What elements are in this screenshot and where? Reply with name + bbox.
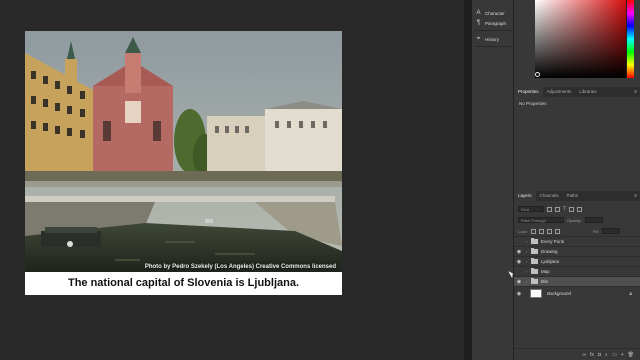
- folder-icon: [531, 268, 538, 274]
- blend-mode-select[interactable]: Pass Through: [518, 217, 564, 223]
- paragraph-panel-button[interactable]: ¶ Paragraph: [475, 17, 513, 29]
- layer-row-map[interactable]: › Map: [514, 266, 640, 276]
- visibility-eye-icon[interactable]: ◉: [514, 279, 524, 285]
- fill-label: Fill:: [592, 228, 599, 234]
- new-group-icon[interactable]: ▭: [612, 352, 617, 358]
- properties-tabs: Properties Adjustments Libraries ≡: [514, 87, 640, 97]
- canvas-area[interactable]: Photo by Pedro Szekely (Los Angeles) Cre…: [0, 0, 464, 360]
- layer-name: Ljubljana: [541, 259, 560, 264]
- pixel-filter-icon[interactable]: [547, 206, 552, 212]
- tab-channels[interactable]: Channels: [536, 191, 563, 201]
- caption-text[interactable]: The national capital of Slovenia is Ljub…: [25, 272, 342, 295]
- visibility-eye-icon[interactable]: ◉: [514, 259, 524, 265]
- document-canvas[interactable]: Photo by Pedro Szekely (Los Angeles) Cre…: [25, 31, 342, 295]
- expand-arrow-icon[interactable]: ›: [524, 259, 529, 264]
- fill-field[interactable]: [601, 228, 620, 234]
- properties-body: No Properties: [514, 97, 640, 187]
- color-field[interactable]: [535, 0, 632, 78]
- lock-row: Lock: Fill:: [518, 227, 620, 235]
- paragraph-label: Paragraph: [485, 20, 507, 26]
- smart-object-filter-icon[interactable]: [577, 206, 583, 212]
- folder-icon: [531, 238, 538, 244]
- history-panel-button[interactable]: ⌖ History: [475, 33, 513, 45]
- layer-row-drawing[interactable]: ◉ › Drawing: [514, 246, 640, 256]
- panel-divider[interactable]: [464, 0, 472, 360]
- layers-tabs: Layers Channels Paths ≡: [514, 191, 640, 201]
- color-picker-cursor[interactable]: [535, 72, 540, 77]
- folder-icon: [531, 278, 538, 284]
- visibility-eye-icon[interactable]: ◉: [514, 249, 524, 255]
- expand-arrow-icon[interactable]: ›: [524, 239, 529, 244]
- kind-filter-label: Kind: [521, 207, 530, 212]
- layer-name: Background: [547, 291, 572, 296]
- character-label: Character: [485, 10, 505, 16]
- separator: [474, 46, 512, 47]
- tab-layers[interactable]: Layers: [514, 191, 536, 201]
- new-layer-icon[interactable]: +: [621, 352, 624, 358]
- shape-filter-icon[interactable]: [569, 206, 575, 212]
- expand-arrow-icon[interactable]: ›: [524, 249, 529, 254]
- layers-panel: Layers Channels Paths ≡ Kind T Pass Thro…: [514, 191, 640, 360]
- layer-filter-row: Kind T: [518, 205, 583, 213]
- layer-name: title: [541, 279, 549, 284]
- history-icon: ⌖: [476, 35, 481, 42]
- layer-name: Drawing: [541, 249, 558, 254]
- character-icon: A: [476, 9, 481, 16]
- photo-credit: Photo by Pedro Szekely (Los Angeles) Cre…: [144, 264, 336, 270]
- expand-arrow-icon[interactable]: ›: [524, 269, 529, 274]
- lock-label: Lock:: [518, 228, 528, 234]
- paragraph-icon: ¶: [476, 19, 481, 26]
- layer-thumbnail: [530, 289, 542, 298]
- layer-row-every-punk[interactable]: › Every Punk: [514, 236, 640, 246]
- expand-arrow-icon[interactable]: ›: [524, 279, 529, 284]
- type-filter-icon[interactable]: T: [563, 206, 566, 212]
- layer-name: Every Punk: [541, 239, 565, 244]
- hue-slider[interactable]: [626, 0, 634, 78]
- link-layers-icon[interactable]: ∞: [582, 352, 586, 358]
- right-panels: Properties Adjustments Libraries ≡ No Pr…: [514, 0, 640, 360]
- tab-paths[interactable]: Paths: [563, 191, 583, 201]
- layer-name: Map: [541, 269, 550, 274]
- blend-mode-label: Pass Through: [521, 218, 546, 223]
- lock-all-icon[interactable]: [554, 228, 560, 234]
- tab-libraries[interactable]: Libraries: [575, 87, 600, 97]
- add-mask-icon[interactable]: ◘: [598, 352, 601, 358]
- adjustment-filter-icon[interactable]: [555, 206, 560, 212]
- blend-row: Pass Through Opacity:: [518, 216, 603, 224]
- panel-menu-icon[interactable]: ≡: [634, 89, 637, 95]
- folder-icon: [531, 258, 538, 264]
- photo-illustration: [25, 31, 342, 272]
- history-label: History: [485, 36, 500, 42]
- layer-list: › Every Punk ◉ › Drawing ◉ › Ljubljana ›…: [514, 236, 640, 300]
- layer-row-background[interactable]: ◉ Background 🔒︎: [514, 286, 640, 300]
- lock-position-icon[interactable]: [546, 228, 552, 234]
- separator: [474, 30, 512, 31]
- lock-pixels-icon[interactable]: [538, 228, 544, 234]
- panel-menu-icon[interactable]: ≡: [634, 193, 637, 199]
- opacity-field[interactable]: [584, 217, 603, 223]
- lock-icon[interactable]: 🔒︎: [629, 291, 632, 297]
- color-picker-panel: [514, 0, 640, 85]
- delete-layer-icon[interactable]: 🗑︎: [628, 352, 634, 358]
- visibility-eye-icon[interactable]: ◉: [514, 291, 524, 297]
- layer-row-ljubljana[interactable]: ◉ › Ljubljana: [514, 256, 640, 266]
- layer-style-icon[interactable]: fx: [590, 352, 594, 358]
- lock-transparent-icon[interactable]: [530, 228, 536, 234]
- layers-footer: ∞ fx ◘ ◐ ▭ + 🗑︎: [514, 348, 640, 360]
- ljubljana-photo: Photo by Pedro Szekely (Los Angeles) Cre…: [25, 31, 342, 272]
- folder-icon: [531, 248, 538, 254]
- opacity-label: Opacity:: [567, 217, 582, 223]
- kind-filter-select[interactable]: Kind: [518, 206, 544, 212]
- collapsed-panel-dock: A Character ¶ Paragraph ⌖ History: [472, 0, 514, 360]
- layer-row-title[interactable]: ◉ › title: [514, 276, 640, 286]
- photoshop-window: Photo by Pedro Szekely (Los Angeles) Cre…: [0, 0, 640, 360]
- no-properties-text: No Properties: [519, 101, 547, 106]
- tab-adjustments[interactable]: Adjustments: [543, 87, 576, 97]
- tab-properties[interactable]: Properties: [514, 87, 543, 97]
- adjustment-layer-icon[interactable]: ◐: [605, 352, 608, 358]
